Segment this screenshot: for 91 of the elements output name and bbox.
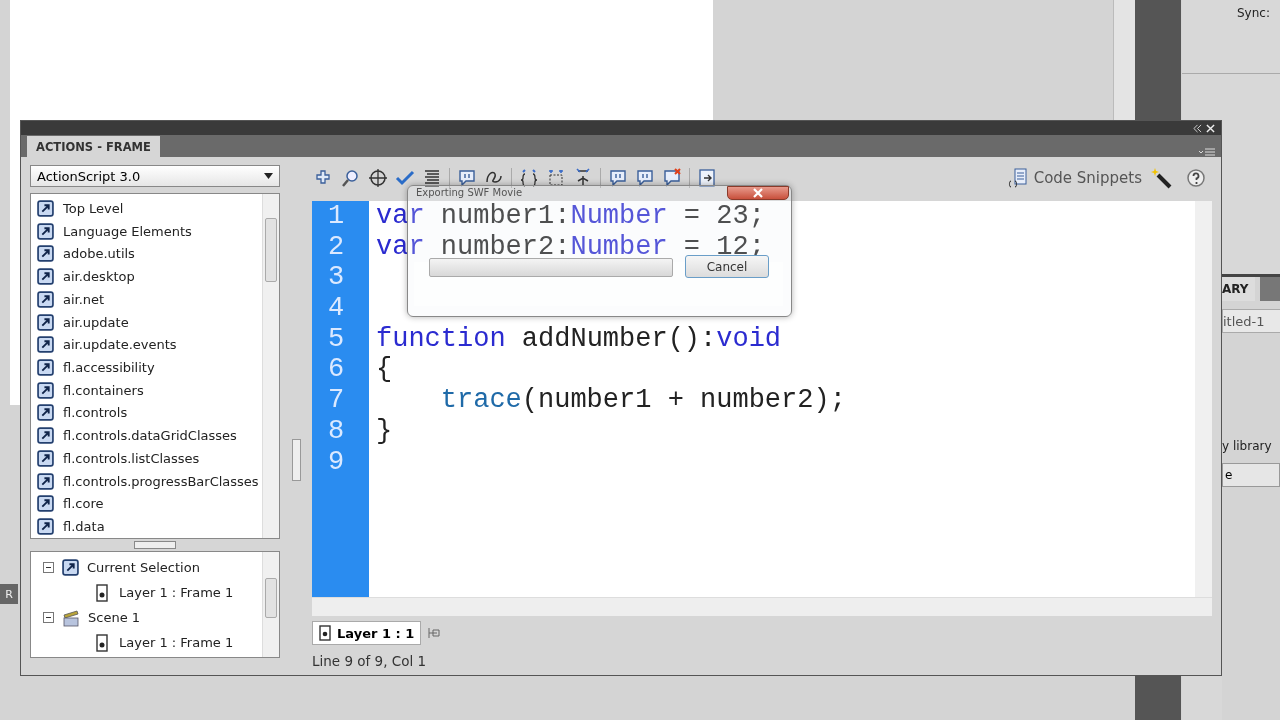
scrollbar[interactable] (1195, 201, 1212, 597)
speech-bubble-icon[interactable] (635, 168, 655, 188)
toolbox-item[interactable]: fl.containers (63, 382, 144, 398)
line-number: 9 (328, 446, 345, 477)
arrow-box-icon (37, 381, 54, 399)
arrow-box-icon (37, 313, 54, 331)
toolbox-item[interactable]: fl.data (63, 519, 105, 535)
toolbox-item[interactable]: fl.accessibility (63, 360, 155, 375)
clapperboard-icon (62, 608, 80, 627)
panel-tab[interactable]: R (0, 584, 18, 604)
line-number: 1 (328, 201, 345, 231)
language-dropdown[interactable]: ActionScript 3.0 (30, 165, 280, 187)
code-line: { (376, 354, 393, 385)
tree-item[interactable]: Scene 1 (88, 610, 141, 625)
scrollbar[interactable] (312, 597, 1212, 616)
toolbox-item[interactable]: fl.controls.listClasses (63, 450, 200, 466)
arrow-box-icon (37, 222, 54, 240)
collapse-toggle[interactable] (43, 562, 54, 573)
dotted-box-icon[interactable] (546, 168, 566, 188)
document-icon[interactable] (319, 625, 331, 641)
collapse-toggle[interactable] (43, 612, 54, 623)
toolbox-item[interactable]: fl.core (63, 496, 104, 512)
collapse-handle[interactable] (292, 439, 301, 481)
help-icon[interactable] (1186, 168, 1206, 188)
arrow-box-icon (37, 359, 54, 376)
toolbox-item[interactable]: fl.controls.progressBarClasses (63, 473, 259, 489)
arrow-box-icon (37, 290, 54, 308)
toolbox-item[interactable]: fl.controls.dataGridClasses (63, 428, 237, 444)
search-icon[interactable] (341, 168, 361, 188)
document-icon (93, 633, 111, 652)
line-number: 5 (328, 323, 345, 354)
arrow-box-icon (37, 336, 54, 354)
close-button[interactable] (727, 186, 789, 200)
library-button[interactable]: e (1222, 463, 1280, 487)
tree-item[interactable]: Layer 1 : Frame 1 (119, 585, 234, 600)
panel-icon[interactable] (697, 168, 717, 188)
line-number: 7 (328, 385, 345, 416)
arrow-box-icon (37, 199, 54, 217)
sync-label: Sync: (1237, 6, 1270, 20)
panel-tab[interactable]: ACTIONS - FRAME (27, 136, 160, 157)
toolbox-item[interactable]: fl.controls (63, 405, 128, 421)
toolbox-item[interactable]: Top Level (63, 200, 124, 216)
toolbox-item[interactable]: air.update.events (63, 337, 177, 353)
arrow-box-icon (37, 495, 54, 513)
code-line: } (376, 415, 393, 446)
scrollbar[interactable] (262, 552, 279, 657)
arrow-box-icon (37, 472, 54, 490)
toolbox-item[interactable]: adobe.utils (63, 246, 135, 262)
line-number: 8 (328, 415, 345, 446)
panel-tab[interactable]: ARY (1222, 277, 1255, 301)
arrow-box-icon (37, 427, 54, 445)
close-icon[interactable] (1206, 123, 1215, 133)
speech-bubble-icon[interactable] (457, 168, 477, 188)
arrow-box-icon (37, 404, 54, 422)
tree-item[interactable]: Layer 1 : Frame 1 (119, 635, 234, 650)
dialog-title: Exporting SWF Movie (416, 187, 523, 198)
code-line: function addNumber():void (376, 323, 782, 354)
toolbox-item[interactable]: air.net (63, 291, 105, 307)
line-number: 3 (328, 262, 345, 293)
collapse-icon[interactable] (1193, 123, 1202, 133)
menu-icon[interactable] (1199, 147, 1215, 157)
line-number: 6 (328, 354, 345, 385)
speech-bubble-icon[interactable] (662, 168, 682, 188)
checkmark-icon[interactable] (395, 168, 415, 188)
code-line: trace(number1 + number2); (440, 385, 846, 416)
crosshair-icon[interactable] (368, 168, 388, 188)
arrow-box-icon (37, 245, 54, 263)
splitter-handle[interactable] (134, 541, 176, 549)
document-icon (93, 583, 111, 602)
library-link[interactable]: y library (1222, 439, 1272, 453)
document-select[interactable]: itled-1 (1222, 309, 1280, 333)
code-snippets-button[interactable]: Code Snippets (1006, 167, 1142, 189)
line-number: 4 (328, 293, 345, 324)
toolbox-item[interactable]: air.desktop (63, 269, 135, 285)
scrollbar[interactable] (262, 194, 279, 538)
status-text: Line 9 of 9, Col 1 (312, 653, 428, 669)
braces-icon[interactable] (519, 168, 539, 188)
arrow-box-icon (37, 449, 54, 467)
tree-item[interactable]: Current Selection (87, 560, 200, 575)
toolbox-item[interactable]: air.update (63, 314, 129, 330)
arrow-box-icon (62, 559, 79, 576)
toolbox-item[interactable]: Language Elements (63, 223, 192, 239)
arrow-box-icon (37, 518, 54, 536)
caret-icon[interactable] (264, 173, 273, 179)
cancel-button[interactable]: Cancel (685, 255, 769, 278)
arrows-icon[interactable] (573, 168, 593, 188)
speech-bubble-icon[interactable] (608, 168, 628, 188)
arrow-box-icon (37, 268, 54, 286)
line-number: 2 (328, 231, 345, 262)
script-tab[interactable]: Layer 1 : 1 (312, 621, 422, 645)
scrollbar[interactable] (1113, 0, 1135, 120)
